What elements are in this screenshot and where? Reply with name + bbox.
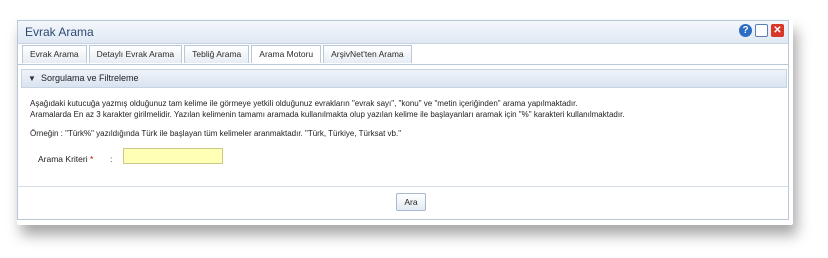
tab-bar: Evrak Arama Detaylı Evrak Arama Tebliğ A… bbox=[22, 45, 412, 64]
search-criteria-input[interactable] bbox=[123, 148, 223, 164]
help-icon[interactable]: ? bbox=[739, 24, 752, 37]
label-colon: : bbox=[110, 154, 113, 164]
tab-arsivnet-arama[interactable]: ArşivNet'ten Arama bbox=[323, 45, 412, 63]
search-window: Evrak Arama ? ✕ Evrak Arama Detaylı Evra… bbox=[17, 20, 789, 220]
tab-underline bbox=[18, 64, 788, 65]
search-criteria-label: Arama Kriteri * bbox=[38, 154, 93, 164]
example-line: Örneğin : "Türk%" yazıldığında Türk ile … bbox=[30, 129, 402, 138]
tab-detayli-evrak-arama[interactable]: Detaylı Evrak Arama bbox=[88, 45, 183, 63]
search-button[interactable]: Ara bbox=[396, 193, 426, 211]
monitor-icon[interactable] bbox=[755, 24, 768, 37]
section-title: Sorgulama ve Filtreleme bbox=[41, 73, 139, 83]
footer-divider bbox=[18, 186, 788, 187]
window-controls: ? ✕ bbox=[739, 24, 784, 37]
info-line-2: Aramalarda En az 3 karakter girilmelidir… bbox=[30, 110, 625, 119]
window-titlebar: Evrak Arama ? ✕ bbox=[18, 21, 788, 44]
window-title: Evrak Arama bbox=[25, 25, 94, 39]
tab-teblig-arama[interactable]: Tebliğ Arama bbox=[184, 45, 250, 63]
info-line-1: Aşağıdaki kutucuğa yazmış olduğunuz tam … bbox=[30, 99, 578, 108]
collapse-arrow-icon[interactable]: ▼ bbox=[28, 74, 36, 83]
tab-arama-motoru[interactable]: Arama Motoru bbox=[251, 45, 322, 63]
close-icon[interactable]: ✕ bbox=[771, 24, 784, 37]
tab-evrak-arama[interactable]: Evrak Arama bbox=[22, 45, 87, 63]
section-header[interactable]: ▼ Sorgulama ve Filtreleme bbox=[21, 69, 787, 88]
required-mark: * bbox=[89, 154, 94, 164]
search-criteria-label-text: Arama Kriteri bbox=[38, 154, 88, 164]
